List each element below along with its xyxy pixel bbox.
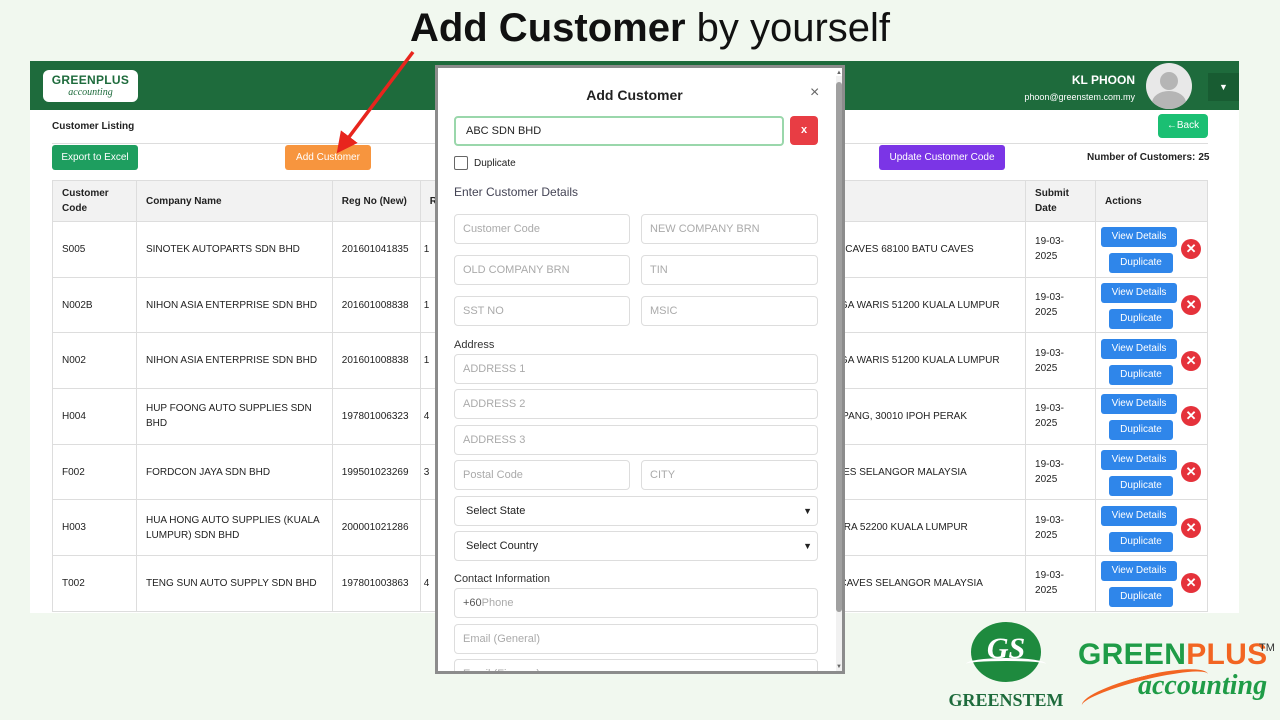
country-select-value: Select Country <box>466 540 539 552</box>
phone-prefix: +60 <box>463 597 482 609</box>
scroll-down-icon[interactable]: ▼ <box>836 664 842 670</box>
duplicate-label: Duplicate <box>474 158 516 169</box>
address1-field[interactable]: ADDRESS 1 <box>454 354 818 384</box>
scrollbar-thumb[interactable] <box>836 82 842 612</box>
address-label: Address <box>454 339 495 351</box>
add-customer-modal: Add Customer × ABC SDN BHD x Duplicate E… <box>435 65 845 674</box>
address2-field[interactable]: ADDRESS 2 <box>454 389 818 419</box>
phone-placeholder: Phone <box>481 597 514 609</box>
phone-field[interactable]: +60Phone <box>454 588 818 618</box>
address3-field[interactable]: ADDRESS 3 <box>454 425 818 455</box>
chevron-down-icon: ▼ <box>803 506 812 516</box>
postal-code-field[interactable]: Postal Code <box>454 460 630 490</box>
greenplus-orange: PLUS <box>1186 638 1268 671</box>
clear-name-button[interactable]: x <box>790 116 818 145</box>
chevron-down-icon: ▼ <box>803 541 812 551</box>
sst-field[interactable]: SST NO <box>454 296 630 326</box>
greenplus-wordmark: GREENPLUS <box>1078 638 1267 672</box>
greenplus-accounting: accounting <box>1138 670 1268 701</box>
old-brn-field[interactable]: OLD COMPANY BRN <box>454 255 630 285</box>
company-name-input[interactable]: ABC SDN BHD <box>454 116 784 146</box>
close-icon[interactable]: × <box>810 84 819 102</box>
section-heading-details: Enter Customer Details <box>454 185 579 199</box>
email-general-field[interactable]: Email (General) <box>454 624 818 654</box>
country-select[interactable]: Select Country ▼ <box>454 531 818 561</box>
msic-field[interactable]: MSIC <box>641 296 818 326</box>
state-select-value: Select State <box>466 505 526 517</box>
tin-field[interactable]: TIN <box>641 255 818 285</box>
city-field[interactable]: CITY <box>641 460 818 490</box>
greenplus-green: GREEN <box>1078 638 1187 671</box>
state-select[interactable]: Select State ▼ <box>454 496 818 526</box>
greenstem-logo-icon: GS <box>966 622 1046 682</box>
contact-label: Contact Information <box>454 573 550 585</box>
modal-title: Add Customer <box>586 87 683 103</box>
trademark: TM <box>1259 642 1275 654</box>
email-finance-field[interactable]: Email (Finance) <box>454 659 818 671</box>
new-brn-field[interactable]: NEW COMPANY BRN <box>641 214 818 244</box>
greenstem-swoosh <box>966 658 1046 670</box>
modal-scrollbar[interactable]: ▲ ▼ <box>836 70 842 671</box>
greenstem-name: GREENSTEM <box>948 690 1064 710</box>
duplicate-checkbox[interactable] <box>454 156 468 170</box>
customer-code-field[interactable]: Customer Code <box>454 214 630 244</box>
scroll-up-icon[interactable]: ▲ <box>836 70 842 76</box>
